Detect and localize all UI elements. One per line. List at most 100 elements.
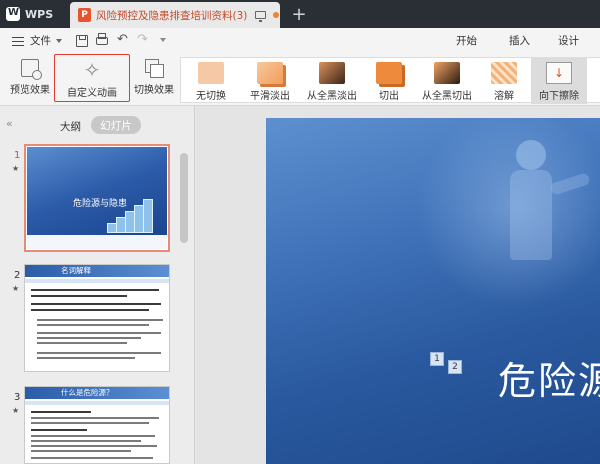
text-line	[31, 309, 149, 311]
hamburger-menu-icon[interactable]	[12, 37, 24, 46]
tab-start[interactable]: 开始	[456, 33, 477, 48]
stairs-graphic	[107, 197, 157, 237]
text-line	[31, 457, 153, 459]
transition-label: 平滑淡出	[250, 91, 290, 102]
switch-slides-icon	[145, 59, 164, 78]
transition-cut-black[interactable]: 从全黑切出	[415, 58, 479, 104]
slide-thumbnail-header: 什么是危险源？	[25, 387, 169, 399]
text-line	[31, 295, 127, 297]
tab-design[interactable]: 设计	[558, 33, 579, 48]
animation-order-tag[interactable]: 1	[430, 352, 444, 366]
text-line	[31, 303, 161, 305]
slide-background-glow	[416, 118, 600, 308]
slide-thumbnail-title: 什么是危险源？	[61, 388, 114, 397]
text-line	[31, 417, 159, 419]
slide-thumbnail-background: 危险源与隐患	[27, 147, 167, 249]
slide-thumbnail-title: 名词解释	[61, 266, 91, 275]
transition-smooth-fade[interactable]: 平滑淡出	[241, 58, 299, 104]
transition-smooth-fade-icon	[257, 62, 283, 84]
title-bar: WPS P 风险预控及隐患排查培训资料(3) +	[0, 0, 600, 28]
transition-cut[interactable]: 切出	[367, 58, 411, 104]
transition-cut-icon	[376, 62, 402, 84]
slide-thumbnail-3[interactable]: 什么是危险源？	[24, 386, 170, 464]
text-line	[37, 319, 163, 321]
slide-thumbnail-2[interactable]: 名词解释	[24, 264, 170, 372]
transition-gallery: 无切换 平滑淡出 从全黑淡出 切出 从全黑切出 溶解 ↓ 向下擦除	[180, 57, 600, 104]
text-line	[31, 445, 157, 447]
text-line	[31, 289, 159, 291]
star-animation-icon: ✧	[83, 58, 101, 82]
transition-label: 切出	[379, 91, 399, 102]
slide-canvas: 1 2 危险源	[196, 106, 600, 464]
text-line	[37, 332, 161, 334]
transition-fade-black-icon	[319, 62, 345, 84]
panel-scrollbar[interactable]	[180, 153, 188, 243]
wps-home-tab[interactable]: WPS	[0, 0, 68, 28]
text-line	[31, 411, 91, 413]
quick-access-more-icon[interactable]	[160, 38, 166, 42]
slide-thumbnail-panel: « 大纲 幻灯片 1 ★ 危险源与隐患 2 ★ 名词解释 3 ★ 什么是危险源？	[0, 106, 195, 464]
transition-wipe-down[interactable]: ↓ 向下擦除	[531, 58, 587, 104]
text-line	[31, 450, 131, 452]
preview-effect-label: 预览效果	[10, 85, 50, 96]
wps-logo-icon	[6, 7, 20, 21]
current-slide[interactable]: 1 2 危险源	[266, 118, 600, 464]
tab-slides[interactable]: 幻灯片	[91, 116, 141, 134]
new-tab-button[interactable]: +	[288, 3, 310, 25]
switch-effect-label: 切换效果	[134, 85, 174, 96]
custom-animation-button[interactable]: ✧ 自定义动画	[54, 54, 130, 102]
collapse-panel-icon[interactable]: «	[6, 117, 13, 130]
animation-star-icon: ★	[12, 406, 20, 415]
person-body-graphic	[510, 170, 552, 260]
animation-star-icon: ★	[12, 284, 20, 293]
plus-icon: +	[291, 3, 307, 25]
tab-insert[interactable]: 插入	[509, 33, 530, 48]
transition-label: 溶解	[494, 91, 514, 102]
slide-number: 1	[14, 150, 21, 161]
unsaved-dot-icon	[273, 12, 280, 18]
text-line	[37, 324, 149, 326]
slide-thumbnail-1[interactable]: 危险源与隐患	[24, 144, 170, 252]
preview-effect-button[interactable]: 预览效果	[6, 54, 54, 104]
wps-tab-label: WPS	[25, 7, 54, 21]
chevron-down-icon[interactable]	[56, 39, 62, 43]
text-line	[31, 440, 141, 442]
transition-label: 无切换	[196, 91, 226, 102]
text-line	[37, 357, 135, 359]
ppt-file-icon: P	[78, 8, 91, 22]
transition-none-icon	[198, 62, 224, 84]
animation-ribbon: 预览效果 ✧ 自定义动画 切换效果 无切换 平滑淡出 从全黑淡出 切出 从全黑切…	[0, 54, 600, 106]
print-icon[interactable]	[96, 33, 108, 45]
menu-bar: 文件 ↶ ↷ 开始 插入 设计	[0, 28, 600, 54]
slide-number: 3	[14, 392, 21, 403]
person-head-graphic	[516, 140, 546, 170]
save-icon[interactable]	[76, 35, 88, 47]
animation-star-icon: ★	[12, 164, 20, 173]
text-line	[37, 337, 141, 339]
transition-fade-black[interactable]: 从全黑淡出	[301, 58, 363, 104]
file-menu[interactable]: 文件	[30, 33, 51, 48]
text-line	[31, 422, 149, 424]
redo-icon[interactable]: ↷	[137, 32, 149, 47]
transition-label: 从全黑切出	[422, 91, 472, 102]
slide-number: 2	[14, 270, 21, 281]
monitor-icon[interactable]	[255, 11, 267, 22]
slide-thumbnail-header: 名词解释	[25, 265, 169, 277]
transition-none[interactable]: 无切换	[187, 58, 235, 104]
transition-cut-black-icon	[434, 62, 460, 84]
switch-effect-button[interactable]: 切换效果	[130, 54, 178, 104]
slide-title-text[interactable]: 危险源	[498, 350, 600, 405]
slide-thumbnail-footer	[27, 235, 167, 249]
transition-label: 向下擦除	[539, 91, 579, 102]
text-line	[37, 342, 127, 344]
tab-outline[interactable]: 大纲	[60, 119, 81, 134]
text-line	[31, 429, 87, 431]
text-line	[31, 435, 155, 437]
animation-order-tag[interactable]: 2	[448, 360, 462, 374]
document-tab[interactable]: P 风险预控及隐患排查培训资料(3)	[70, 2, 280, 28]
transition-dissolve-icon	[491, 62, 517, 84]
transition-dissolve[interactable]: 溶解	[483, 58, 525, 104]
undo-icon[interactable]: ↶	[117, 32, 129, 47]
text-line	[37, 352, 161, 354]
slide-thumbnail-strip	[25, 279, 169, 283]
